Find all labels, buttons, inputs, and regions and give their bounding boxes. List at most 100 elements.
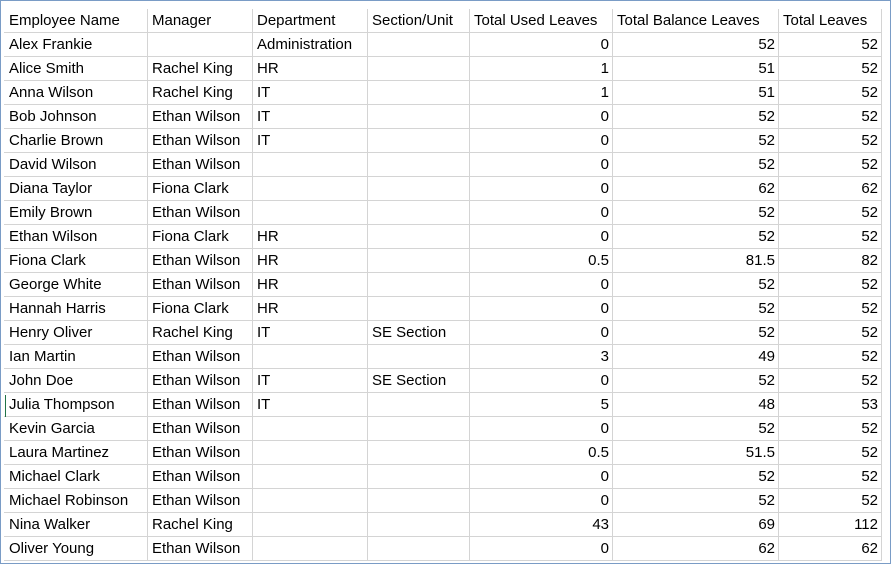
total-balance-leaves-cell[interactable]: 52: [612, 272, 779, 297]
department-cell[interactable]: [252, 440, 368, 465]
total-leaves-cell[interactable]: 52: [778, 488, 882, 513]
department-cell[interactable]: HR: [252, 224, 368, 249]
total-balance-leaves-cell[interactable]: 52: [612, 296, 779, 321]
section-unit-cell[interactable]: [367, 392, 470, 417]
department-cell[interactable]: [252, 416, 368, 441]
total-leaves-cell[interactable]: 52: [778, 440, 882, 465]
department-cell[interactable]: [252, 152, 368, 177]
employee-name-cell[interactable]: Oliver Young: [4, 536, 148, 561]
employee-name-cell[interactable]: Bob Johnson: [4, 104, 148, 129]
section-unit-cell[interactable]: [367, 512, 470, 537]
employee-name-cell[interactable]: George White: [4, 272, 148, 297]
total-used-leaves-cell[interactable]: 1: [469, 80, 613, 105]
total-used-leaves-cell[interactable]: 1: [469, 56, 613, 81]
employee-name-cell[interactable]: Ian Martin: [4, 344, 148, 369]
total-balance-leaves-cell[interactable]: 51: [612, 80, 779, 105]
employee-name-cell[interactable]: Charlie Brown: [4, 128, 148, 153]
total-leaves-cell[interactable]: 52: [778, 368, 882, 393]
manager-cell[interactable]: Rachel King: [147, 320, 253, 345]
section-unit-cell[interactable]: [367, 464, 470, 489]
total-balance-leaves-cell[interactable]: 52: [612, 416, 779, 441]
department-cell[interactable]: [252, 464, 368, 489]
department-cell[interactable]: IT: [252, 80, 368, 105]
employee-name-cell[interactable]: Anna Wilson: [4, 80, 148, 105]
department-cell[interactable]: IT: [252, 368, 368, 393]
section-unit-cell[interactable]: [367, 32, 470, 57]
manager-cell[interactable]: Ethan Wilson: [147, 272, 253, 297]
manager-cell[interactable]: Ethan Wilson: [147, 152, 253, 177]
total-used-leaves-cell[interactable]: 0: [469, 536, 613, 561]
manager-cell[interactable]: Ethan Wilson: [147, 392, 253, 417]
department-cell[interactable]: [252, 344, 368, 369]
header-cell-employee-name[interactable]: Employee Name: [4, 9, 148, 33]
total-leaves-cell[interactable]: 82: [778, 248, 882, 273]
section-unit-cell[interactable]: [367, 440, 470, 465]
manager-cell[interactable]: Ethan Wilson: [147, 488, 253, 513]
total-leaves-cell[interactable]: 52: [778, 200, 882, 225]
total-balance-leaves-cell[interactable]: 52: [612, 200, 779, 225]
employee-name-cell[interactable]: Fiona Clark: [4, 248, 148, 273]
section-unit-cell[interactable]: [367, 200, 470, 225]
total-used-leaves-cell[interactable]: 5: [469, 392, 613, 417]
department-cell[interactable]: [252, 200, 368, 225]
section-unit-cell[interactable]: [367, 80, 470, 105]
department-cell[interactable]: [252, 512, 368, 537]
total-leaves-cell[interactable]: 62: [778, 536, 882, 561]
manager-cell[interactable]: Ethan Wilson: [147, 368, 253, 393]
total-balance-leaves-cell[interactable]: 49: [612, 344, 779, 369]
total-used-leaves-cell[interactable]: 0: [469, 488, 613, 513]
employee-name-cell[interactable]: Michael Robinson: [4, 488, 148, 513]
department-cell[interactable]: IT: [252, 104, 368, 129]
total-used-leaves-cell[interactable]: 0: [469, 176, 613, 201]
total-balance-leaves-cell[interactable]: 52: [612, 32, 779, 57]
total-used-leaves-cell[interactable]: 0: [469, 368, 613, 393]
section-unit-cell[interactable]: [367, 128, 470, 153]
section-unit-cell[interactable]: SE Section: [367, 320, 470, 345]
header-cell-total-used-leaves[interactable]: Total Used Leaves: [469, 9, 613, 33]
total-balance-leaves-cell[interactable]: 52: [612, 104, 779, 129]
department-cell[interactable]: HR: [252, 272, 368, 297]
department-cell[interactable]: IT: [252, 320, 368, 345]
manager-cell[interactable]: Ethan Wilson: [147, 344, 253, 369]
total-balance-leaves-cell[interactable]: 81.5: [612, 248, 779, 273]
total-balance-leaves-cell[interactable]: 52: [612, 464, 779, 489]
section-unit-cell[interactable]: [367, 296, 470, 321]
total-used-leaves-cell[interactable]: 0: [469, 464, 613, 489]
section-unit-cell[interactable]: [367, 536, 470, 561]
section-unit-cell[interactable]: [367, 224, 470, 249]
total-used-leaves-cell[interactable]: 0: [469, 296, 613, 321]
total-leaves-cell[interactable]: 52: [778, 272, 882, 297]
department-cell[interactable]: [252, 488, 368, 513]
manager-cell[interactable]: Ethan Wilson: [147, 440, 253, 465]
total-leaves-cell[interactable]: 52: [778, 32, 882, 57]
total-balance-leaves-cell[interactable]: 62: [612, 176, 779, 201]
department-cell[interactable]: HR: [252, 56, 368, 81]
department-cell[interactable]: HR: [252, 248, 368, 273]
total-used-leaves-cell[interactable]: 0.5: [469, 440, 613, 465]
employee-name-cell[interactable]: Emily Brown: [4, 200, 148, 225]
total-used-leaves-cell[interactable]: 3: [469, 344, 613, 369]
total-used-leaves-cell[interactable]: 0: [469, 224, 613, 249]
total-used-leaves-cell[interactable]: 0.5: [469, 248, 613, 273]
total-leaves-cell[interactable]: 52: [778, 152, 882, 177]
manager-cell[interactable]: Fiona Clark: [147, 296, 253, 321]
manager-cell[interactable]: Rachel King: [147, 80, 253, 105]
section-unit-cell[interactable]: [367, 56, 470, 81]
header-cell-total-balance-leaves[interactable]: Total Balance Leaves: [612, 9, 779, 33]
manager-cell[interactable]: Ethan Wilson: [147, 128, 253, 153]
manager-cell[interactable]: Fiona Clark: [147, 176, 253, 201]
total-leaves-cell[interactable]: 52: [778, 128, 882, 153]
total-balance-leaves-cell[interactable]: 62: [612, 536, 779, 561]
total-balance-leaves-cell[interactable]: 52: [612, 152, 779, 177]
employee-name-cell[interactable]: Diana Taylor: [4, 176, 148, 201]
total-balance-leaves-cell[interactable]: 52: [612, 488, 779, 513]
total-balance-leaves-cell[interactable]: 52: [612, 320, 779, 345]
total-used-leaves-cell[interactable]: 0: [469, 104, 613, 129]
total-balance-leaves-cell[interactable]: 51: [612, 56, 779, 81]
total-balance-leaves-cell[interactable]: 69: [612, 512, 779, 537]
department-cell[interactable]: IT: [252, 392, 368, 417]
total-used-leaves-cell[interactable]: 0: [469, 32, 613, 57]
total-leaves-cell[interactable]: 52: [778, 320, 882, 345]
employee-name-cell[interactable]: Henry Oliver: [4, 320, 148, 345]
total-leaves-cell[interactable]: 52: [778, 224, 882, 249]
